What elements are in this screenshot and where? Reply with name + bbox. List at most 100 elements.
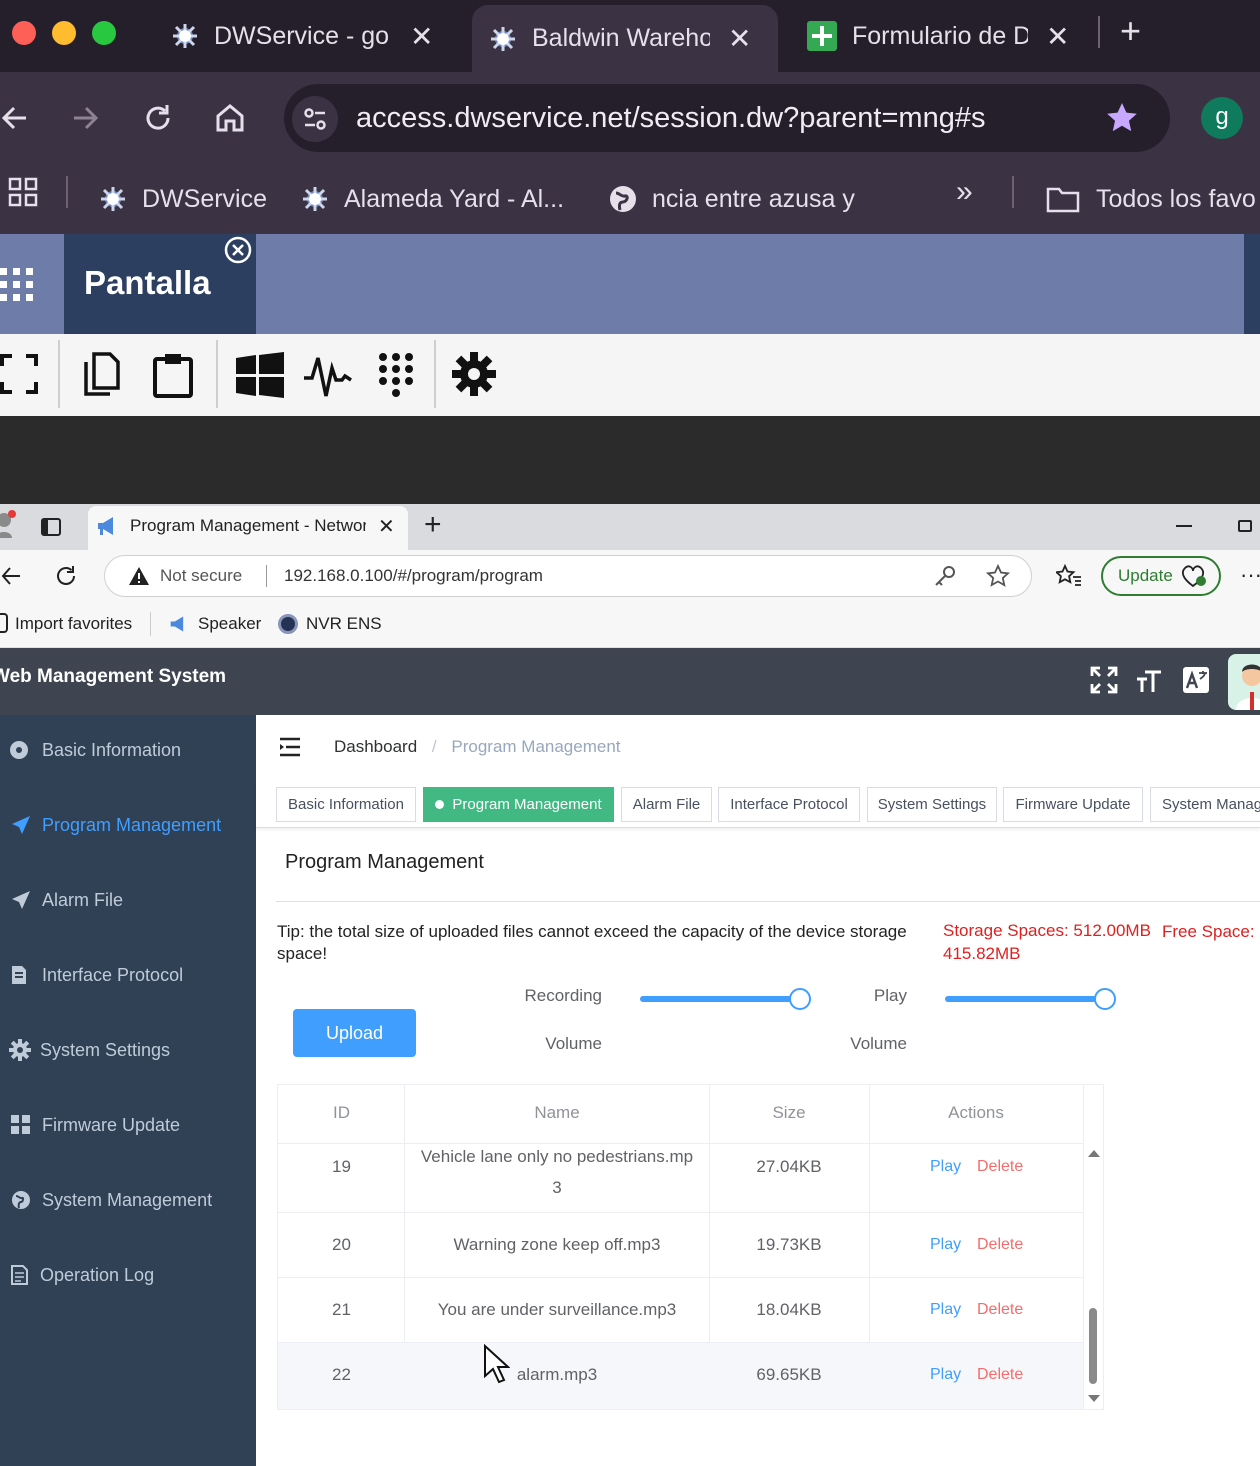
font-size-icon[interactable] xyxy=(1135,666,1163,694)
play-button[interactable]: Play xyxy=(930,1301,961,1319)
sidebar-item-label: Interface Protocol xyxy=(42,964,184,985)
forward-icon[interactable] xyxy=(70,100,100,136)
bookmark-item[interactable]: DWService xyxy=(98,164,267,234)
user-avatar[interactable] xyxy=(1228,654,1260,710)
site-info-icon[interactable] xyxy=(292,96,338,142)
play-button[interactable]: Play xyxy=(930,1158,961,1176)
sidebar-item-firmware-update[interactable]: Firmware Update xyxy=(0,1100,256,1150)
restore-icon[interactable] xyxy=(1238,520,1252,532)
all-bookmarks-item[interactable]: Todos los favo xyxy=(1046,164,1256,234)
scroll-thumb[interactable] xyxy=(1089,1308,1097,1384)
favorite-star-icon[interactable] xyxy=(986,564,1010,588)
bookmark-item[interactable]: Alameda Yard - Al... xyxy=(300,164,564,234)
breadcrumb-separator: / xyxy=(431,737,437,756)
play-button[interactable]: Play xyxy=(930,1236,961,1254)
not-secure-label[interactable]: Not secure xyxy=(160,566,242,586)
sidebar-item-program-management[interactable]: Program Management xyxy=(0,800,256,850)
favorites-list-icon[interactable] xyxy=(1056,564,1082,588)
profile-icon[interactable] xyxy=(0,510,20,540)
more-bookmarks-button[interactable]: » xyxy=(956,164,973,234)
tag-alarm-file[interactable]: Alarm File xyxy=(621,787,712,822)
reload-icon[interactable] xyxy=(54,564,78,588)
table-scrollbar[interactable] xyxy=(1084,1144,1103,1409)
keypad-icon[interactable] xyxy=(378,352,414,398)
warning-icon xyxy=(128,566,150,586)
inner-address-bar[interactable] xyxy=(104,555,1032,597)
close-tab-icon[interactable]: ✕ xyxy=(728,22,751,55)
close-window-button[interactable] xyxy=(12,21,36,45)
inner-url-text[interactable]: 192.168.0.100/#/program/program xyxy=(284,566,543,586)
title-divider xyxy=(276,901,1260,902)
google-forms-favicon-icon xyxy=(807,21,837,51)
bookmark-label[interactable]: NVR ENS xyxy=(306,614,382,634)
delete-button[interactable]: Delete xyxy=(977,1236,1023,1254)
close-tab-icon[interactable]: ✕ xyxy=(410,20,433,53)
play-button[interactable]: Play xyxy=(930,1366,961,1384)
tag-firmware-update[interactable]: Firmware Update xyxy=(1003,787,1143,822)
back-icon[interactable] xyxy=(0,100,30,136)
close-tab-icon[interactable] xyxy=(224,236,252,264)
row-name: Warning zone keep off.mp3 xyxy=(453,1235,661,1254)
recording-volume-slider[interactable] xyxy=(640,988,811,1010)
copy-icon[interactable] xyxy=(84,352,122,396)
tab-actions-icon[interactable] xyxy=(40,516,62,538)
document-icon xyxy=(12,966,26,984)
tag-program-management[interactable]: Program Management xyxy=(423,787,614,822)
grid-icon xyxy=(11,1115,30,1134)
scroll-up-arrow-icon[interactable] xyxy=(1088,1150,1100,1157)
new-tab-button[interactable]: + xyxy=(424,508,442,542)
settings-gear-icon[interactable] xyxy=(452,352,496,396)
bookmark-label: Import favorites xyxy=(15,614,133,633)
minimize-icon[interactable] xyxy=(1176,525,1192,527)
storage-tip: Tip: the total size of uploaded files ca… xyxy=(277,922,907,963)
hamburger-menu-icon[interactable] xyxy=(278,736,302,758)
breadcrumb-home[interactable]: Dashboard xyxy=(334,737,417,756)
sidebar-item-system-settings[interactable]: System Settings xyxy=(0,1025,256,1075)
windows-icon[interactable] xyxy=(236,352,284,398)
sidebar-item-interface-protocol[interactable]: Interface Protocol xyxy=(0,950,256,1000)
sidebar-item-label: Firmware Update xyxy=(42,1114,181,1135)
sidebar-item-operation-log[interactable]: Operation Log xyxy=(0,1250,256,1300)
browser-tab[interactable]: Formulario de D ✕ xyxy=(806,0,1096,72)
browser-tab-active[interactable]: Baldwin Wareho ✕ xyxy=(472,5,778,72)
sidebar-item-alarm-file[interactable]: Alarm File xyxy=(0,875,256,925)
bookmark-label[interactable]: Speaker xyxy=(198,614,261,634)
sidebar-item-label: Basic Information xyxy=(42,739,182,760)
home-icon[interactable] xyxy=(212,100,248,136)
activity-monitor-icon[interactable] xyxy=(304,354,352,398)
fullscreen-icon[interactable] xyxy=(0,354,38,394)
bookmark-star-icon[interactable] xyxy=(1104,100,1140,136)
zoom-window-button[interactable] xyxy=(92,21,116,45)
delete-button[interactable]: Delete xyxy=(977,1301,1023,1319)
sidebar-item-basic-information[interactable]: Basic Information xyxy=(0,725,256,775)
reload-icon[interactable] xyxy=(142,100,174,136)
tag-basic-information[interactable]: Basic Information xyxy=(276,787,416,822)
delete-button[interactable]: Delete xyxy=(977,1158,1023,1176)
profile-avatar[interactable]: g xyxy=(1201,97,1243,139)
play-volume-slider[interactable] xyxy=(945,988,1116,1010)
close-tab-icon[interactable]: ✕ xyxy=(1046,20,1069,53)
paste-clipboard-icon[interactable] xyxy=(152,352,194,398)
dwservice-favicon-icon xyxy=(101,187,125,211)
tag-system-settings[interactable]: System Settings xyxy=(867,787,997,822)
tag-system-management[interactable]: System Manag xyxy=(1150,787,1260,822)
minimize-window-button[interactable] xyxy=(52,21,76,45)
apps-menu-icon[interactable] xyxy=(0,266,34,302)
play-volume-handle[interactable] xyxy=(1094,988,1116,1010)
browser-tab[interactable]: DWService - go ✕ xyxy=(170,0,460,72)
close-tab-icon[interactable]: ✕ xyxy=(378,514,395,539)
more-menu-icon[interactable]: ··· xyxy=(1240,562,1260,588)
back-icon[interactable] xyxy=(0,564,22,588)
delete-button[interactable]: Delete xyxy=(977,1366,1023,1384)
scroll-down-arrow-icon[interactable] xyxy=(1088,1395,1100,1402)
upload-button[interactable]: Upload xyxy=(293,1009,416,1057)
key-icon[interactable] xyxy=(934,565,956,587)
language-icon[interactable] xyxy=(1182,666,1210,694)
bookmark-item[interactable]: ncia entre azusa y xyxy=(608,164,855,234)
sidebar-item-system-management[interactable]: System Management xyxy=(0,1175,256,1225)
url-text[interactable]: access.dwservice.net/session.dw?parent=m… xyxy=(356,84,985,152)
apps-grid-icon[interactable] xyxy=(8,177,38,207)
new-tab-button[interactable]: + xyxy=(1120,10,1141,52)
fullscreen-icon[interactable] xyxy=(1090,666,1118,694)
tag-interface-protocol[interactable]: Interface Protocol xyxy=(718,787,860,822)
